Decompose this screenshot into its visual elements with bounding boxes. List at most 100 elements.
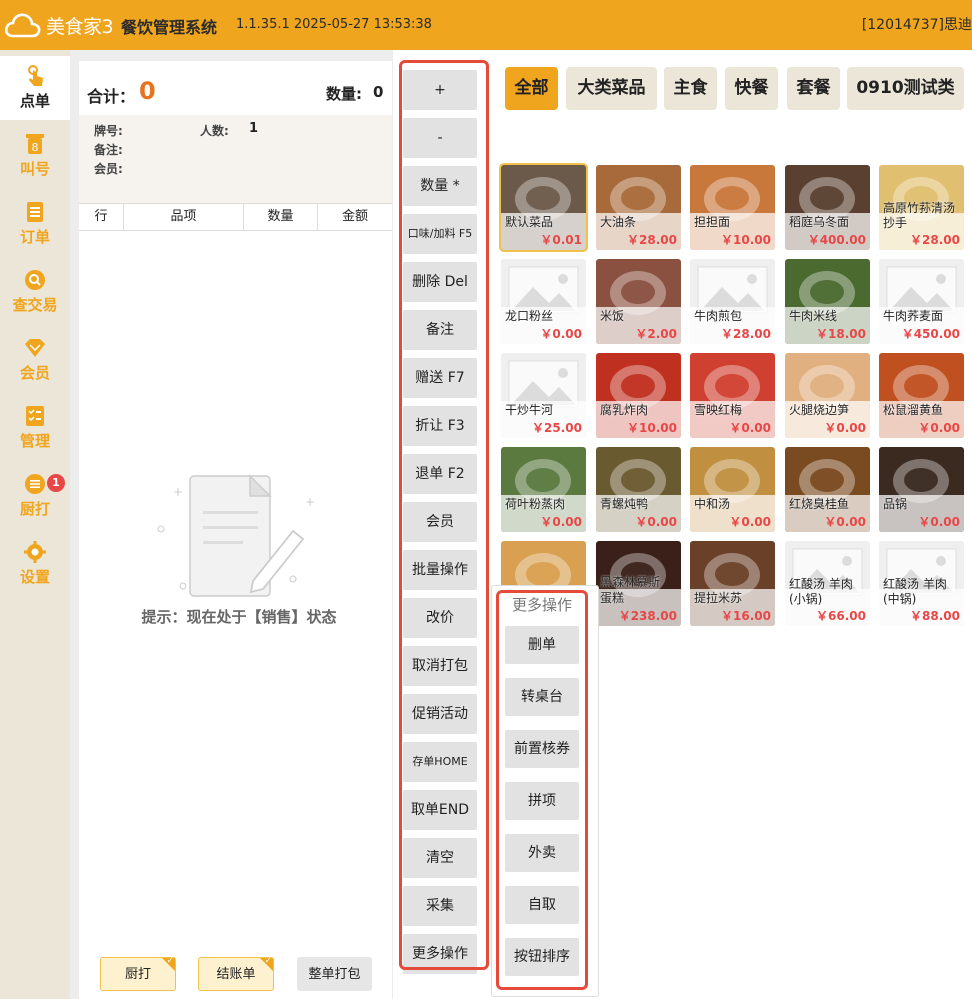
order-table-header: 行 品项 数量 金额 <box>79 203 392 231</box>
nav-item-order[interactable]: 点单 <box>0 56 70 120</box>
nav-label: 点单 <box>19 92 50 110</box>
category-tab[interactable]: 套餐 <box>787 67 840 110</box>
dish-name: 腐乳炸肉 <box>600 403 649 417</box>
dish-card[interactable]: 牛肉米线 ￥18.00 <box>785 259 870 344</box>
dish-price: ￥88.00 <box>910 609 960 623</box>
status-hint: 提示：现在处于【销售】状态 <box>141 608 337 626</box>
dish-name: 红烧臭桂鱼 <box>789 497 850 511</box>
pack-all-button[interactable]: 整单打包 <box>297 957 372 991</box>
nav-label: 设置 <box>19 568 50 586</box>
category-tab[interactable]: 快餐 <box>725 67 778 110</box>
version-text: 1.1.35.1 2025-05-27 13:53:38 <box>236 17 432 32</box>
dish-card[interactable]: 稻庭乌冬面 ￥400.00 <box>785 165 870 250</box>
dish-card[interactable]: 火腿烧边笋 ￥0.00 <box>785 353 870 438</box>
kitchen-print-icon <box>25 474 45 494</box>
cloud-logo-icon <box>4 13 41 38</box>
dish-card[interactable]: 提拉米苏 ￥16.00 <box>690 541 775 626</box>
dish-card[interactable]: 担担面 ￥10.00 <box>690 165 775 250</box>
dish-name: 默认菜品 <box>505 215 554 229</box>
nav-item-settings[interactable]: 设置 <box>0 532 70 596</box>
notification-badge: 1 <box>47 474 65 492</box>
dish-price: ￥28.00 <box>627 233 677 247</box>
nav-label: 厨打 <box>19 500 50 518</box>
dish-card[interactable]: 雪映红梅 ￥0.00 <box>690 353 775 438</box>
logo: 美食家3 <box>4 10 114 40</box>
dish-name: 品锅 <box>883 497 908 511</box>
nav-label: 叫号 <box>19 160 50 178</box>
dish-card[interactable]: 干炒牛河 ￥25.00 <box>501 353 586 438</box>
dish-card[interactable]: 默认菜品 ￥0.01 <box>499 163 588 252</box>
dish-name: 提拉米苏 <box>694 591 743 605</box>
logo-text: 美食家3 <box>46 15 114 38</box>
nav-label: 订单 <box>19 228 50 246</box>
dish-card[interactable]: 红酸汤 羊肉(中锅) ￥88.00 <box>879 541 964 626</box>
dish-card[interactable]: 中和汤 ￥0.00 <box>690 447 775 532</box>
dish-card[interactable]: 青螺炖鸭 ￥0.00 <box>596 447 681 532</box>
hand-tap-icon <box>28 65 43 86</box>
dish-price: ￥0.00 <box>918 421 960 435</box>
dish-card[interactable]: 牛肉煎包 ￥28.00 <box>690 259 775 344</box>
dish-card[interactable]: 红酸汤 羊肉(小锅) ￥66.00 <box>785 541 870 626</box>
nav-item-manage[interactable]: 管理 <box>0 396 70 460</box>
order-list-icon <box>27 202 43 222</box>
nav-item-call[interactable]: 8 叫号 <box>0 124 70 188</box>
store-id[interactable]: [12014737]思迪 <box>862 14 972 34</box>
dish-name: 干炒牛河 <box>505 403 554 417</box>
dish-name: 牛肉米线 <box>789 309 838 323</box>
quantity-label: 数量: <box>326 85 362 103</box>
nav-item-transactions[interactable]: 查交易 <box>0 260 70 324</box>
dish-price: ￥0.00 <box>540 327 582 341</box>
app-title: 餐饮管理系统 <box>121 18 218 37</box>
nav-item-orders[interactable]: 订单 <box>0 192 70 256</box>
dish-price: ￥28.00 <box>721 327 771 341</box>
people-label: 人数: <box>200 124 229 138</box>
dish-name: 担担面 <box>694 215 731 229</box>
left-nav: 点单 8 叫号 订单 查交易 会员 管理 厨打 1 设置 <box>0 50 70 999</box>
people-value: 1 <box>249 121 259 136</box>
dish-card[interactable]: 龙口粉丝 ￥0.00 <box>501 259 586 344</box>
checkout-bill-button[interactable]: 结账单 ✓ <box>198 956 274 991</box>
dish-card[interactable]: 高原竹荪清汤抄手 ￥28.00 <box>879 165 964 250</box>
nav-label: 查交易 <box>12 296 58 314</box>
kitchen-print-button[interactable]: 厨打 ✓ <box>100 956 176 991</box>
nav-item-kitchen-print[interactable]: 厨打 1 <box>0 464 70 528</box>
note-label: 备注: <box>94 143 123 157</box>
dish-price: ￥0.00 <box>918 515 960 529</box>
dish-card[interactable]: 荷叶粉蒸肉 ￥0.00 <box>501 447 586 532</box>
dish-price: ￥18.00 <box>816 327 866 341</box>
dish-card[interactable]: 黑森林慕斯 蛋糕 ￥238.00 <box>596 541 681 626</box>
dish-name: 松鼠溜黄鱼 <box>883 403 944 417</box>
kitchen-print-label: 厨打 <box>124 967 151 982</box>
dish-card[interactable]: 品锅 ￥0.00 <box>879 447 964 532</box>
dish-card[interactable]: 红烧臭桂鱼 ￥0.00 <box>785 447 870 532</box>
order-info-box[interactable]: 牌号: 人数: 1 备注: 会员: <box>79 115 392 203</box>
gear-icon <box>24 541 46 563</box>
search-icon <box>25 270 45 290</box>
dish-name: 高原竹荪清汤抄手 <box>883 201 956 230</box>
category-tab[interactable]: 全部 <box>505 67 558 110</box>
dish-price: ￥238.00 <box>618 609 677 623</box>
dish-name: 龙口粉丝 <box>505 309 554 323</box>
total-value: 0 <box>139 77 156 105</box>
category-tab[interactable]: 0910测试类 <box>847 67 964 110</box>
dish-card[interactable]: 大油条 ￥28.00 <box>596 165 681 250</box>
dish-card[interactable]: 米饭 ￥2.00 <box>596 259 681 344</box>
nav-item-member[interactable]: 会员 <box>0 328 70 392</box>
call-number-glyph: 8 <box>32 141 39 154</box>
dish-price: ￥2.00 <box>635 327 677 341</box>
dish-card[interactable]: 松鼠溜黄鱼 ￥0.00 <box>879 353 964 438</box>
dish-price: ￥400.00 <box>807 233 866 247</box>
check-icon: ✓ <box>166 956 174 966</box>
dish-name: 雪映红梅 <box>694 403 743 417</box>
column-header: 行 <box>79 204 124 230</box>
dish-name: 蛋糕 <box>600 591 625 605</box>
category-tab[interactable]: 大类菜品 <box>566 67 657 110</box>
category-tab[interactable]: 主食 <box>664 67 717 110</box>
dish-price: ￥66.00 <box>816 609 866 623</box>
dish-price: ￥0.00 <box>824 421 866 435</box>
checkout-bill-label: 结账单 <box>216 967 256 982</box>
column-header: 品项 <box>124 204 244 230</box>
dish-name: 青螺炖鸭 <box>600 497 649 511</box>
dish-card[interactable]: 牛肉荞麦面 ￥450.00 <box>879 259 964 344</box>
dish-card[interactable]: 腐乳炸肉 ￥10.00 <box>596 353 681 438</box>
